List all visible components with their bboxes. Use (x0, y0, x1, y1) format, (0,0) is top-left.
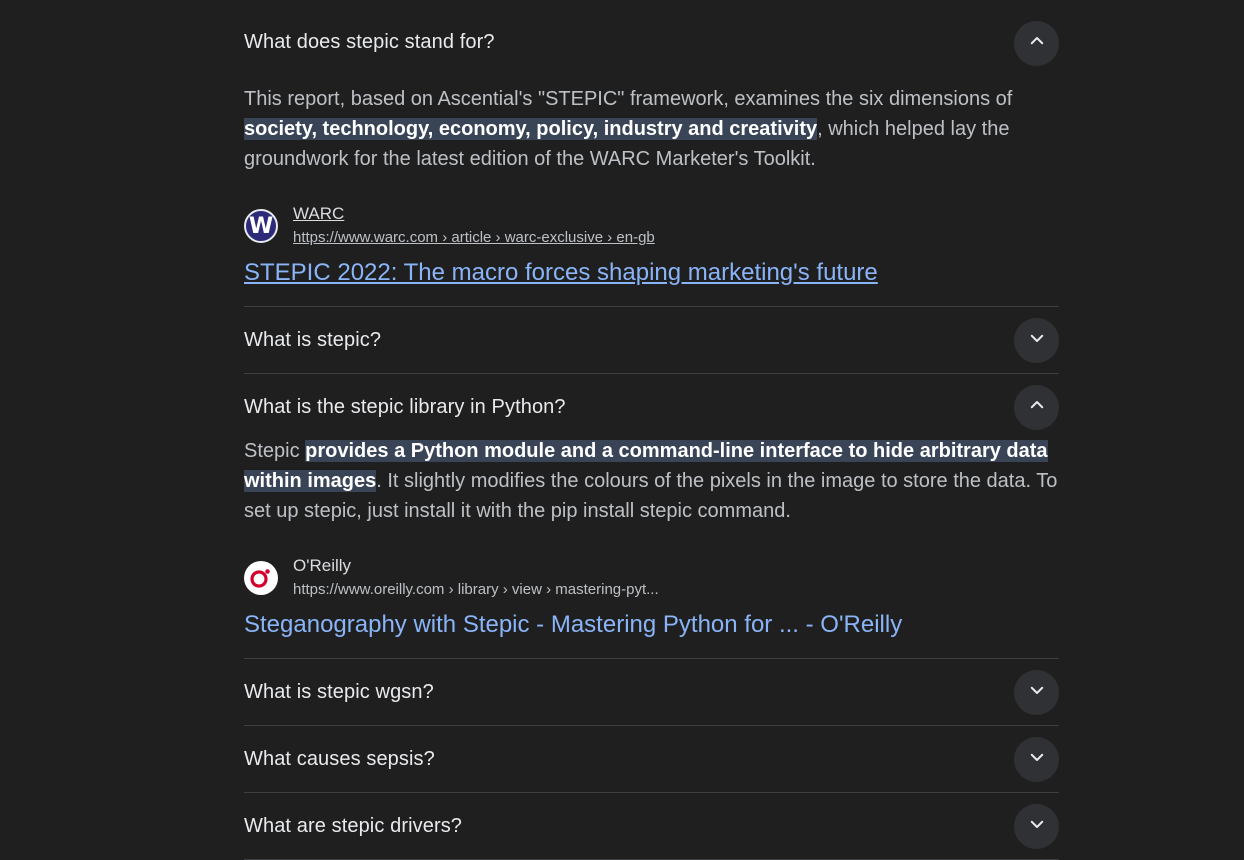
source: O'Reilly https://www.oreilly.com › libra… (244, 555, 1059, 600)
collapse-button[interactable] (1014, 21, 1059, 66)
expand-button[interactable] (1014, 669, 1059, 715)
source-url[interactable]: https://www.warc.com › article › warc-ex… (293, 228, 655, 248)
question-text: What causes sepsis? (244, 747, 435, 770)
source: W WARC https://www.warc.com › article › … (244, 203, 1059, 248)
question-text: What is stepic wgsn? (244, 680, 434, 703)
question-text: What are stepic drivers? (244, 814, 463, 837)
chevron-down-icon (1028, 681, 1046, 704)
source-meta: WARC https://www.warc.com › article › wa… (293, 203, 655, 248)
oreilly-favicon-icon (244, 561, 278, 595)
question-row[interactable]: What is stepic? (244, 307, 1059, 374)
source-meta: O'Reilly https://www.oreilly.com › libra… (293, 555, 659, 600)
expand-button[interactable] (1014, 803, 1059, 849)
answer-highlight: society, technology, economy, policy, in… (244, 118, 818, 140)
chevron-up-icon (1028, 396, 1046, 419)
question-row[interactable]: What does stepic stand for? (244, 0, 1059, 88)
chevron-down-icon (1028, 329, 1046, 352)
question-row[interactable]: What is the stepic library in Python? (244, 374, 1059, 440)
source-url[interactable]: https://www.oreilly.com › library › view… (293, 580, 659, 600)
question-text: What is stepic? (244, 328, 382, 351)
question-text: What does stepic stand for? (244, 31, 495, 53)
expand-button[interactable] (1014, 736, 1059, 782)
answer-before: This report, based on Ascential's "STEPI… (244, 88, 1013, 110)
source-title-link[interactable]: Steganography with Stepic - Mastering Py… (244, 609, 1059, 658)
source-name[interactable]: WARC (293, 203, 655, 225)
paa-item: What is the stepic library in Python? St… (244, 374, 1059, 659)
question-row[interactable]: What is stepic wgsn? (244, 659, 1059, 726)
paa-item: What does stepic stand for? This report,… (244, 0, 1059, 307)
favicon-letter: W (248, 213, 274, 239)
question-row[interactable]: What causes sepsis? (244, 726, 1059, 793)
chevron-down-icon (1028, 748, 1046, 771)
question-row[interactable]: What are stepic drivers? (244, 793, 1059, 860)
question-text: What is the stepic library in Python? (244, 395, 566, 418)
answer-text: Stepic provides a Python module and a co… (244, 436, 1059, 526)
warc-favicon-icon: W (244, 209, 278, 243)
collapse-button[interactable] (1014, 384, 1059, 430)
expand-button[interactable] (1014, 317, 1059, 363)
answer-text: This report, based on Ascential's "STEPI… (244, 84, 1059, 174)
people-also-ask: What does stepic stand for? This report,… (244, 0, 1059, 860)
chevron-up-icon (1028, 32, 1046, 55)
chevron-down-icon (1028, 815, 1046, 838)
answer-before: Stepic (244, 440, 306, 462)
source-name[interactable]: O'Reilly (293, 555, 659, 577)
source-title-link[interactable]: STEPIC 2022: The macro forces shaping ma… (244, 257, 1059, 306)
